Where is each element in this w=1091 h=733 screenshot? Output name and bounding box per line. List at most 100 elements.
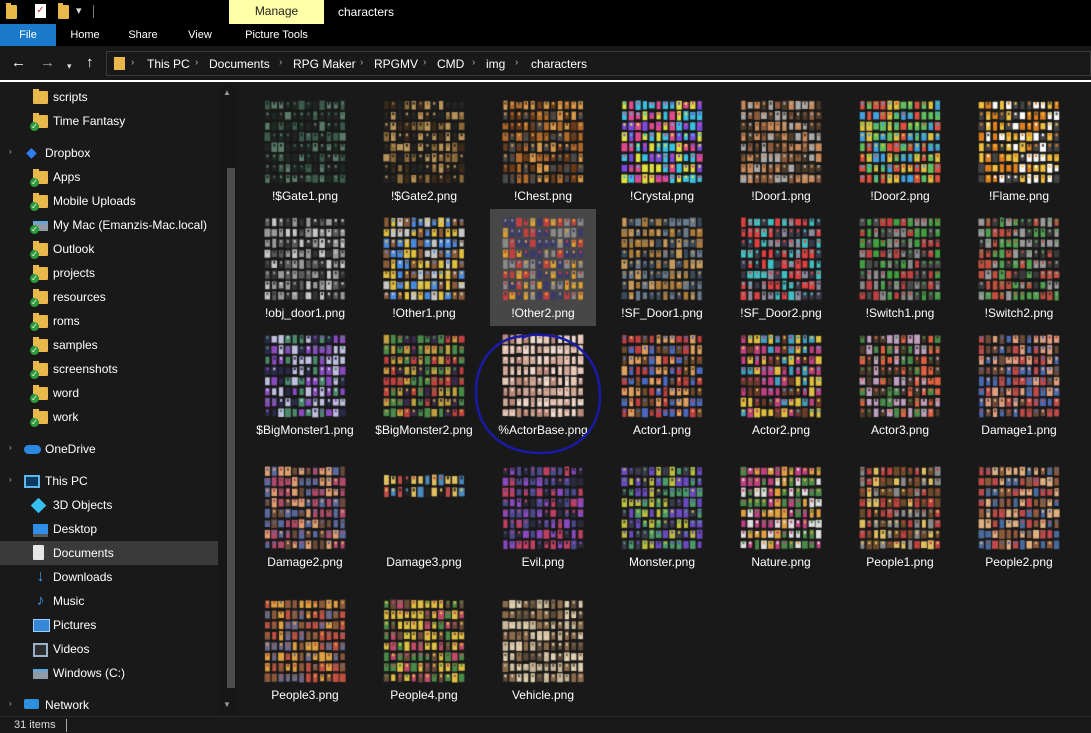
nav-item-dropbox[interactable]: › ◆ Dropbox <box>0 141 218 165</box>
file-view: !$Gate1.png !$Gate2.png !Chest.png !Crystal… <box>238 84 1091 716</box>
tab-share[interactable]: Share <box>114 24 172 46</box>
nav-item-scripts[interactable]: scripts <box>0 85 218 109</box>
file-name: Damage2.png <box>267 555 343 569</box>
chevron-right-icon[interactable]: › <box>423 57 426 68</box>
expand-chevron-icon[interactable]: › <box>9 475 12 484</box>
file-name: People2.png <box>985 555 1053 569</box>
file-item[interactable]: !SF_Door2.png <box>728 209 834 326</box>
file-item[interactable]: !$Gate2.png <box>371 92 477 209</box>
tab-picture-tools[interactable]: Picture Tools <box>229 24 324 46</box>
file-item[interactable]: Nature.png <box>728 458 834 575</box>
breadcrumb-documents[interactable]: Documents <box>209 57 270 71</box>
synced-folder-icon <box>30 193 48 211</box>
file-item[interactable]: Damage3.png <box>371 458 477 575</box>
file-item[interactable]: !SF_Door1.png <box>609 209 715 326</box>
nav-item-this-pc[interactable]: › This PC <box>0 469 218 493</box>
file-item[interactable]: !$Gate1.png <box>252 92 358 209</box>
nav-item-outlook[interactable]: Outlook <box>0 237 218 261</box>
nav-item-pictures[interactable]: Pictures <box>0 613 218 637</box>
recent-locations-chevron-icon[interactable]: ▾ <box>67 58 72 74</box>
back-arrow-icon[interactable]: ← <box>11 55 26 71</box>
file-item[interactable]: Damage2.png <box>252 458 358 575</box>
tab-home[interactable]: Home <box>56 24 114 46</box>
file-item[interactable]: Actor3.png <box>847 326 953 443</box>
file-item[interactable]: !Chest.png <box>490 92 596 209</box>
customize-quick-access-icon[interactable]: ▾ <box>76 4 82 17</box>
nav-item-label: Windows (C:) <box>53 666 126 680</box>
nav-item-network[interactable]: › Network <box>0 693 218 717</box>
file-item[interactable]: Actor2.png <box>728 326 834 443</box>
nav-scrollbar-thumb[interactable] <box>227 168 235 688</box>
address-bar[interactable]: › This PC › Documents › RPG Maker › RPGM… <box>106 51 1091 76</box>
file-item[interactable]: People2.png <box>966 458 1072 575</box>
forward-arrow-icon[interactable]: → <box>40 55 55 71</box>
file-item[interactable]: People1.png <box>847 458 953 575</box>
nav-item-roms[interactable]: roms <box>0 309 218 333</box>
file-item[interactable]: !Door1.png <box>728 92 834 209</box>
expand-chevron-icon[interactable]: › <box>9 443 12 452</box>
nav-item-mobile-uploads[interactable]: Mobile Uploads <box>0 189 218 213</box>
image-thumbnail <box>264 100 346 184</box>
file-item[interactable]: Damage1.png <box>966 326 1072 443</box>
file-item[interactable]: !Other1.png <box>371 209 477 326</box>
expand-chevron-icon[interactable]: › <box>9 699 12 708</box>
folder-icon[interactable] <box>6 3 17 19</box>
breadcrumb-img[interactable]: img <box>486 57 505 71</box>
file-item[interactable]: People4.png <box>371 591 477 708</box>
nav-item-label: Time Fantasy <box>53 114 126 128</box>
file-item[interactable]: Evil.png <box>490 458 596 575</box>
properties-icon[interactable]: ✓ <box>35 4 46 18</box>
nav-item-videos[interactable]: Videos <box>0 637 218 661</box>
chevron-right-icon[interactable]: › <box>472 57 475 68</box>
nav-item-3d-objects[interactable]: 3D Objects <box>0 493 218 517</box>
file-item[interactable]: !Other2.png <box>490 209 596 326</box>
file-item[interactable]: !Crystal.png <box>609 92 715 209</box>
breadcrumb-characters[interactable]: characters <box>531 57 587 71</box>
new-folder-icon[interactable] <box>58 3 69 19</box>
file-item[interactable]: Monster.png <box>609 458 715 575</box>
file-item[interactable]: !obj_door1.png <box>252 209 358 326</box>
file-item[interactable]: !Switch1.png <box>847 209 953 326</box>
nav-item-time-fantasy[interactable]: Time Fantasy <box>0 109 218 133</box>
scroll-down-arrow-icon[interactable]: ▼ <box>223 700 231 709</box>
chevron-right-icon[interactable]: › <box>515 57 518 68</box>
file-item[interactable]: !Flame.png <box>966 92 1072 209</box>
image-thumbnail <box>621 466 703 550</box>
file-item[interactable]: $BigMonster2.png <box>371 326 477 443</box>
nav-item-music[interactable]: ♪ Music <box>0 589 218 613</box>
nav-item-windows-c[interactable]: Windows (C:) <box>0 661 218 685</box>
tab-file[interactable]: File <box>0 24 56 46</box>
nav-item-samples[interactable]: samples <box>0 333 218 357</box>
file-item[interactable]: Actor1.png <box>609 326 715 443</box>
nav-item-screenshots[interactable]: screenshots <box>0 357 218 381</box>
file-item[interactable]: People3.png <box>252 591 358 708</box>
nav-item-work[interactable]: work <box>0 405 218 429</box>
file-name: Monster.png <box>628 555 696 569</box>
nav-item-resources[interactable]: resources <box>0 285 218 309</box>
scroll-up-arrow-icon[interactable]: ▲ <box>223 88 231 97</box>
nav-item-projects[interactable]: projects <box>0 261 218 285</box>
breadcrumb-cmd[interactable]: CMD <box>437 57 464 71</box>
breadcrumb-this-pc[interactable]: This PC <box>147 57 190 71</box>
breadcrumb-rpgmv[interactable]: RPGMV <box>374 57 418 71</box>
manage-tab[interactable]: Manage <box>229 0 324 24</box>
tab-view[interactable]: View <box>172 24 228 46</box>
breadcrumb-rpg-maker[interactable]: RPG Maker <box>293 57 356 71</box>
file-item[interactable]: Vehicle.png <box>490 591 596 708</box>
nav-item-onedrive[interactable]: › OneDrive <box>0 437 218 461</box>
up-arrow-icon[interactable]: ↑ <box>86 55 94 71</box>
file-item[interactable]: !Door2.png <box>847 92 953 209</box>
file-item[interactable]: %ActorBase.png <box>490 326 596 443</box>
nav-item-word[interactable]: word <box>0 381 218 405</box>
file-item[interactable]: $BigMonster1.png <box>252 326 358 443</box>
expand-chevron-icon[interactable]: › <box>9 147 12 156</box>
chevron-right-icon[interactable]: › <box>279 57 282 68</box>
nav-item-my-mac-emanzis-mac-local[interactable]: My Mac (Emanzis-Mac.local) <box>0 213 218 237</box>
file-item[interactable]: !Switch2.png <box>966 209 1072 326</box>
chevron-right-icon[interactable]: › <box>360 57 363 68</box>
nav-item-downloads[interactable]: ↓ Downloads <box>0 565 218 589</box>
nav-item-documents[interactable]: Documents <box>0 541 218 565</box>
nav-item-apps[interactable]: Apps <box>0 165 218 189</box>
chevron-right-icon[interactable]: › <box>195 57 198 68</box>
nav-item-desktop[interactable]: Desktop <box>0 517 218 541</box>
